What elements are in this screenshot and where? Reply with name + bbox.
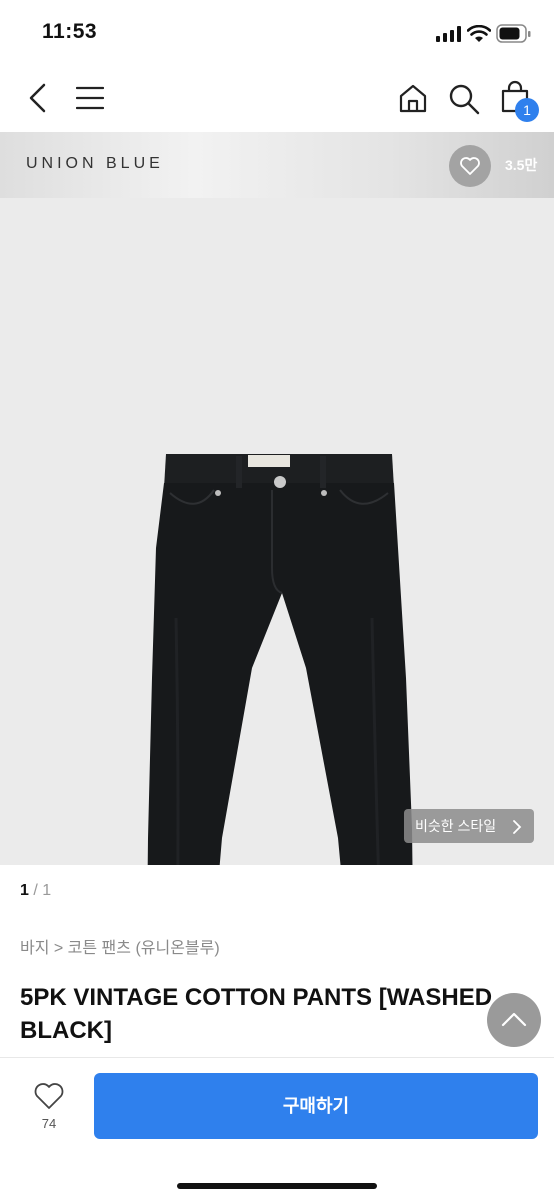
search-icon[interactable]	[448, 83, 480, 115]
brand-name[interactable]: UNION BLUE	[26, 155, 164, 173]
menu-icon[interactable]	[76, 86, 104, 110]
scroll-to-top-button[interactable]	[487, 993, 541, 1047]
back-icon[interactable]	[26, 82, 50, 114]
similar-style-button[interactable]: 비슷한 스타일	[404, 809, 534, 843]
like-count: 74	[41, 1116, 57, 1131]
pants-image	[147, 454, 413, 865]
home-icon[interactable]	[398, 83, 428, 113]
brand-like-count: 3.5만	[505, 157, 538, 173]
product-image[interactable]	[0, 198, 554, 865]
heart-outline-icon[interactable]	[33, 1082, 65, 1110]
cart-badge: 1	[515, 98, 539, 122]
image-counter-total: / 1	[28, 882, 52, 899]
buy-button[interactable]: 구매하기	[94, 1073, 538, 1139]
status-time: 11:53	[42, 20, 98, 43]
home-indicator	[177, 1183, 377, 1189]
signal-icon	[436, 26, 461, 42]
heart-icon	[460, 157, 480, 175]
chevron-right-icon	[513, 820, 522, 834]
breadcrumb[interactable]: 바지 > 코튼 팬츠 (유니온블루)	[20, 934, 220, 958]
brand-like-button[interactable]	[449, 145, 491, 187]
battery-icon	[496, 24, 531, 43]
product-title: 5PK VINTAGE COTTON PANTS [WASHED BLACK]	[20, 984, 493, 1044]
image-counter-current: 1	[20, 882, 29, 899]
similar-style-label: 비슷한 스타일	[415, 818, 497, 834]
chevron-up-icon	[501, 1012, 527, 1027]
image-counter: 1 / 1	[20, 882, 51, 900]
wifi-icon	[467, 25, 491, 42]
